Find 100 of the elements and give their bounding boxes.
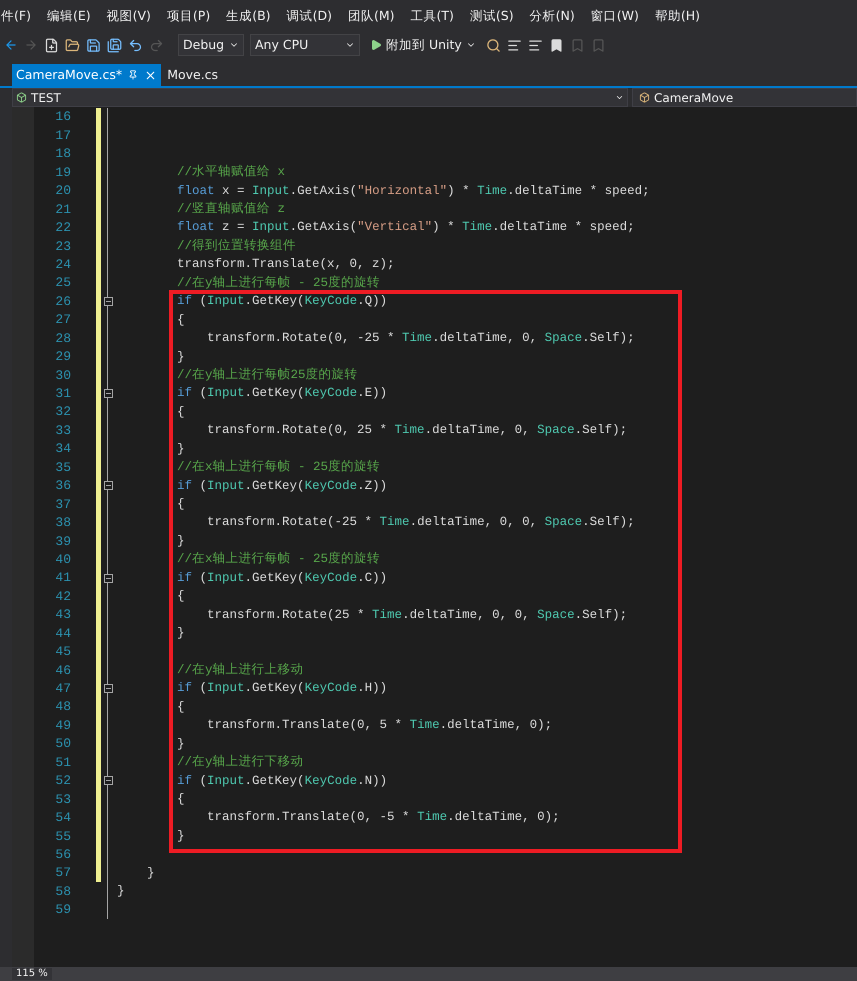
menu-item[interactable]: 件(F) [1,7,31,26]
line-number: 27 [54,311,71,330]
line-number: 42 [54,588,71,606]
line-number: 24 [54,256,71,274]
menu-item[interactable]: 帮助(H) [654,7,700,26]
line-number: 55 [54,828,71,846]
line-number: 41 [54,569,71,588]
menu-item[interactable]: 测试(S) [470,7,514,26]
code-line: { [176,312,185,329]
bookmark-icon[interactable] [548,38,564,52]
line-number: 26 [54,292,71,311]
menu-item[interactable]: 分析(N) [530,7,575,26]
save-all-icon[interactable] [107,38,122,52]
collapse-icon[interactable] [104,574,112,583]
code-line: } [176,348,185,366]
code-line: //在y轴上进行下移动 [176,754,304,772]
configuration-dropdown[interactable]: Debug [178,34,244,56]
file-tab[interactable]: Move.cs [161,64,224,86]
collapse-icon[interactable] [104,389,112,398]
line-number: 35 [54,458,71,477]
code-line: if (Input.GetKey(KeyCode.N)) [176,772,388,790]
line-number: 38 [54,514,71,532]
project-name: TEST [31,90,61,106]
code-line: transform.Translate(0, -5 * Time.deltaTime, 0); [206,809,560,826]
pin-icon[interactable] [128,70,138,80]
platform-dropdown[interactable]: Any CPU [250,34,360,56]
code-line: //得到位置转换组件 [176,238,296,255]
menu-item[interactable]: 视图(V) [106,7,151,26]
line-number: 21 [54,200,71,219]
line-number: 48 [54,698,71,716]
code-line: } [176,440,185,458]
line-number: 53 [54,790,71,809]
code-line: transform.Rotate(-25 * Time.deltaTime, 0, 0, Space.Self); [206,514,635,532]
line-number: 46 [54,662,71,680]
line-number: 30 [54,366,71,385]
code-line: { [176,698,185,716]
code-line: float z = Input.GetAxis("Vertical") * Time.deltaTime * speed; [176,219,635,236]
class-icon [639,92,650,103]
code-line: float x = Input.GetAxis("Horizontal") * Time.deltaTime * speed; [176,182,650,200]
play-icon[interactable] [370,39,382,51]
code-line: } [146,864,155,882]
line-number: 36 [54,477,71,496]
menu-item[interactable]: 生成(B) [226,7,271,26]
code-line: //在y轴上进行每帧 - 25度的旋转 [176,274,380,292]
open-folder-icon[interactable] [65,38,80,52]
code-line: if (Input.GetKey(KeyCode.Q)) [176,293,388,310]
line-number: 43 [54,606,71,624]
project-icon [16,92,27,103]
code-line: { [176,404,185,421]
menu-item[interactable]: 项目(P) [166,7,210,26]
line-number: 18 [54,145,71,164]
code-line: transform.Translate(0, 5 * Time.deltaTime, 0); [206,717,552,734]
line-number: 32 [54,403,71,422]
zoom-level[interactable]: 115 % [12,968,52,980]
line-number: 16 [54,108,71,126]
file-tab[interactable]: CameraMove.cs* [12,64,162,86]
back-icon[interactable] [4,38,18,52]
menu-item[interactable]: 编辑(E) [46,7,91,26]
line-number: 54 [54,809,71,828]
line-number: 45 [54,643,71,662]
line-number: 59 [54,901,71,920]
collapse-icon[interactable] [104,481,112,490]
type-dropdown[interactable]: CameraMove [632,88,857,107]
line-number: 58 [54,882,71,901]
code-line: } [176,532,185,550]
line-number: 37 [54,496,71,514]
align-icon[interactable] [506,38,522,52]
save-icon[interactable] [86,38,101,52]
line-number: 49 [54,716,71,735]
undo-icon[interactable] [128,38,143,52]
code-line: } [116,883,125,900]
code-line: //水平轴赋值给 x [176,164,286,182]
code-line: if (Input.GetKey(KeyCode.E)) [176,385,388,402]
menu-item[interactable]: 调试(D) [286,7,332,26]
menu-item[interactable]: 窗口(W) [590,7,639,26]
code-line: { [176,791,185,808]
collapse-icon[interactable] [104,684,112,694]
code-line: } [176,736,185,753]
list-icon[interactable] [528,38,543,52]
line-number: 56 [54,846,71,864]
collapse-icon[interactable] [104,776,112,786]
project-dropdown[interactable]: TEST [12,88,628,107]
menu-item[interactable]: 团队(M) [348,7,394,26]
new-file-icon[interactable] [44,38,59,52]
code-line: //在x轴上进行每帧 - 25度的旋转 [176,550,380,568]
code-line: { [176,588,185,606]
code-line: //在y轴上进行上移动 [176,662,304,679]
search-icon[interactable] [486,38,501,52]
line-number: 28 [54,330,71,348]
menu-item[interactable]: 工具(T) [410,7,454,26]
line-number: 22 [54,219,71,238]
close-icon[interactable] [144,68,158,82]
line-number: 25 [54,274,71,292]
attach-button[interactable]: 附加到 Unity [366,34,480,56]
line-number: 39 [54,532,71,551]
line-number: 31 [54,385,71,404]
line-number: 44 [54,624,71,643]
line-number: 17 [54,126,71,145]
code-line: transform.Translate(x, 0, z); [176,256,395,274]
collapse-icon[interactable] [104,297,112,306]
